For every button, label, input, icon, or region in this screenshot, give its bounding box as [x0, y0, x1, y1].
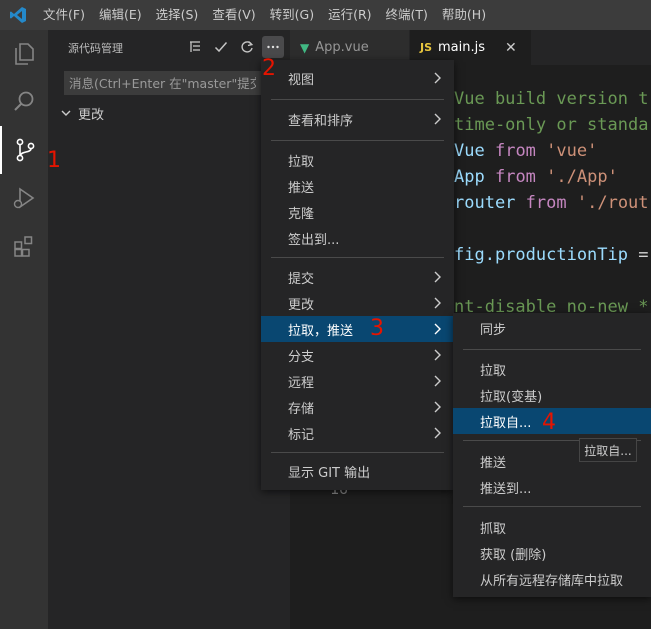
menu-item-pull-push[interactable]: 拉取，推送 — [261, 316, 454, 342]
menu-item-show-git-output[interactable]: 显示 GIT 输出 — [261, 458, 454, 484]
menu-file[interactable]: 文件(F) — [36, 0, 92, 30]
tooltip: 拉取自... — [579, 438, 637, 462]
source-control-panel: 源代码管理 更改 — [48, 30, 290, 629]
menu-separator — [463, 349, 641, 350]
menu-terminal[interactable]: 终端(T) — [379, 0, 435, 30]
chevron-right-icon — [434, 401, 441, 413]
menu-item-clone[interactable]: 克隆 — [261, 199, 454, 225]
vue-icon: ▼ — [300, 40, 310, 55]
menu-separator — [271, 452, 444, 453]
chevron-right-icon — [434, 113, 441, 125]
menu-separator — [271, 140, 444, 141]
menu-separator — [271, 257, 444, 258]
chevron-down-icon — [61, 110, 71, 116]
code-line: time-only or standa — [454, 115, 649, 135]
menu-item-pull[interactable]: 拉取 — [261, 147, 454, 173]
menu-run[interactable]: 运行(R) — [321, 0, 378, 30]
code-line: Vue build version t — [454, 89, 649, 109]
chevron-right-icon — [434, 375, 441, 387]
menu-item-changes[interactable]: 更改 — [261, 290, 454, 316]
step-annotation-1: 1 — [47, 148, 61, 173]
submenu-item-pull-all-remotes[interactable]: 从所有远程存储库中拉取 — [453, 566, 651, 592]
menu-item-commit[interactable]: 提交 — [261, 264, 454, 290]
menu-go[interactable]: 转到(G) — [263, 0, 321, 30]
step-annotation-3: 3 — [370, 316, 384, 341]
menu-edit[interactable]: 编辑(E) — [92, 0, 149, 30]
tab-label: main.js — [438, 40, 486, 55]
chevron-right-icon — [434, 323, 441, 335]
changes-label: 更改 — [78, 107, 105, 123]
chevron-right-icon — [434, 297, 441, 309]
menu-help[interactable]: 帮助(H) — [435, 0, 493, 30]
menu-separator — [271, 99, 444, 100]
step-annotation-4: 4 — [542, 410, 556, 435]
close-icon[interactable]: ✕ — [505, 40, 517, 56]
submenu-item-push-to[interactable]: 推送到... — [453, 474, 651, 500]
menu-item-push[interactable]: 推送 — [261, 173, 454, 199]
code-line: Vue from 'vue' — [454, 141, 598, 161]
menu-item-view-sort[interactable]: 查看和排序 — [261, 106, 454, 132]
submenu-item-pull-rebase[interactable]: 拉取(变基) — [453, 382, 651, 408]
menu-view[interactable]: 查看(V) — [205, 0, 262, 30]
more-actions-menu: 视图 查看和排序 拉取 推送 克隆 签出到... 提交 更改 拉取，推送 分支 … — [261, 60, 454, 490]
activity-bar — [0, 30, 48, 629]
commit-message-input[interactable] — [64, 71, 261, 95]
source-control-icon[interactable] — [0, 126, 48, 174]
title-bar: 文件(F) 编辑(E) 选择(S) 查看(V) 转到(G) 运行(R) 终端(T… — [0, 0, 651, 30]
menu-item-view[interactable]: 视图 — [261, 65, 454, 91]
view-as-tree-icon[interactable] — [184, 36, 206, 58]
code-line: router from './rout — [454, 193, 649, 213]
step-annotation-2: 2 — [262, 56, 276, 81]
panel-title: 源代码管理 — [68, 41, 123, 55]
more-actions-icon[interactable] — [262, 36, 284, 58]
code-line: App from './App' — [454, 167, 618, 187]
vscode-logo-icon — [0, 0, 36, 30]
chevron-right-icon — [434, 349, 441, 361]
menu-item-tags[interactable]: 标记 — [261, 420, 454, 446]
code-line: fig.productionTip = — [454, 245, 649, 265]
submenu-item-sync[interactable]: 同步 — [453, 315, 651, 341]
submenu-item-fetch-prune[interactable]: 获取 (删除) — [453, 540, 651, 566]
chevron-right-icon — [434, 427, 441, 439]
run-debug-icon[interactable] — [0, 174, 48, 222]
menu-separator — [463, 506, 641, 507]
chevron-right-icon — [434, 72, 441, 84]
menu-bar: 文件(F) 编辑(E) 选择(S) 查看(V) 转到(G) 运行(R) 终端(T… — [36, 0, 493, 30]
menu-item-checkout[interactable]: 签出到... — [261, 225, 454, 251]
explorer-icon[interactable] — [0, 30, 48, 78]
menu-selection[interactable]: 选择(S) — [149, 0, 206, 30]
menu-item-stash[interactable]: 存储 — [261, 394, 454, 420]
refresh-icon[interactable] — [236, 36, 258, 58]
search-icon[interactable] — [0, 78, 48, 126]
panel-toolbar — [184, 36, 284, 58]
tab-label: App.vue — [315, 40, 369, 55]
menu-item-branch[interactable]: 分支 — [261, 342, 454, 368]
commit-check-icon[interactable] — [210, 36, 232, 58]
menu-item-remote[interactable]: 远程 — [261, 368, 454, 394]
extensions-icon[interactable] — [0, 222, 48, 270]
changes-group[interactable]: 更改 — [60, 102, 104, 124]
js-file-icon: JS — [420, 41, 433, 54]
submenu-item-pull[interactable]: 拉取 — [453, 356, 651, 382]
submenu-item-fetch[interactable]: 抓取 — [453, 514, 651, 540]
chevron-right-icon — [434, 271, 441, 283]
panel-header: 源代码管理 — [48, 30, 290, 65]
